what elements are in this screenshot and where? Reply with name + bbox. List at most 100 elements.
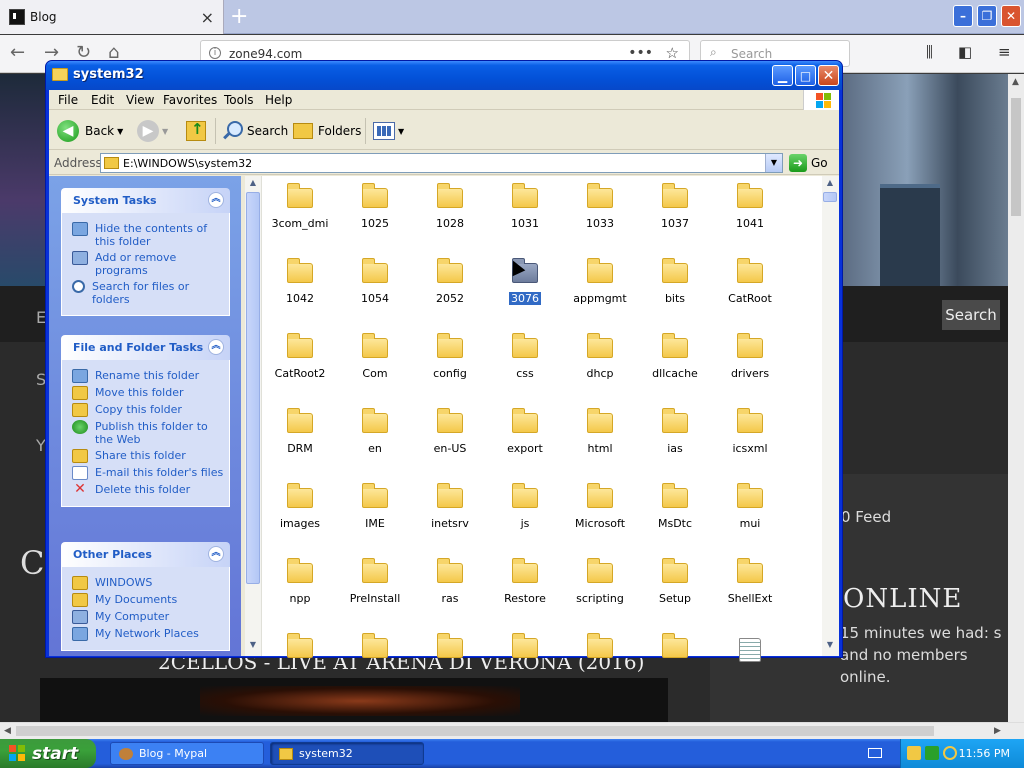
folder-item[interactable]: PreInstall	[339, 558, 411, 605]
folder-item[interactable]: 1054	[339, 258, 411, 305]
page-horizontal-scrollbar[interactable]: ◀ ▶	[0, 722, 1024, 739]
folder-item[interactable]: IME	[339, 483, 411, 530]
folder-item[interactable]	[639, 633, 711, 658]
site-search-button[interactable]: Search	[942, 300, 1000, 330]
scroll-up-icon[interactable]: ▲	[824, 178, 836, 190]
folder-item[interactable]: 1042	[264, 258, 336, 305]
site-info-icon[interactable]: i	[209, 47, 221, 59]
menu-favorites[interactable]: Favorites	[163, 93, 217, 107]
task-move-folder[interactable]: Move this folder	[72, 386, 229, 400]
close-button[interactable]: ✕	[818, 65, 839, 86]
page-actions-icon[interactable]: •••	[628, 45, 653, 61]
minimize-button[interactable]: ▁	[772, 65, 793, 86]
folder-item[interactable]: ShellExt	[714, 558, 786, 605]
folder-item[interactable]: Microsoft	[564, 483, 636, 530]
views-button[interactable]: ▼	[373, 118, 404, 144]
folder-item[interactable]: config	[414, 333, 486, 380]
browser-minimize-button[interactable]: –	[953, 5, 973, 27]
task-delete-folder[interactable]: ✕ Delete this folder	[72, 482, 229, 497]
folder-item[interactable]: 1028	[414, 183, 486, 230]
other-places-header[interactable]: Other Places ︽	[61, 542, 230, 567]
address-input[interactable]: E:\WINDOWS\system32 ▼	[100, 153, 783, 173]
folder-item[interactable]: 1031	[489, 183, 561, 230]
back-button[interactable]: ◀ Back ▼	[57, 118, 123, 144]
folder-item[interactable]: 1041	[714, 183, 786, 230]
folder-item[interactable]: 1025	[339, 183, 411, 230]
browser-tab-blog[interactable]: Blog ×	[0, 0, 224, 34]
menu-view[interactable]: View	[126, 93, 154, 107]
scroll-right-icon[interactable]: ▶	[994, 726, 1001, 736]
folder-item[interactable]: inetsrv	[414, 483, 486, 530]
folder-item[interactable]: CatRoot2	[264, 333, 336, 380]
up-button[interactable]	[186, 118, 206, 144]
folders-button[interactable]: Folders	[293, 118, 361, 144]
sidebar-icon[interactable]: ◧	[958, 43, 972, 61]
folder-item[interactable]: scripting	[564, 558, 636, 605]
folder-item[interactable]	[414, 633, 486, 658]
folder-item[interactable]: images	[264, 483, 336, 530]
folder-item[interactable]: html	[564, 408, 636, 455]
menu-help[interactable]: Help	[265, 93, 292, 107]
folder-item[interactable]	[489, 633, 561, 658]
folder-item[interactable]: dhcp	[564, 333, 636, 380]
start-button[interactable]: start	[0, 739, 96, 768]
browser-maximize-button[interactable]: ❐	[977, 5, 997, 27]
taskbar-button-browser[interactable]: Blog - Mypal	[110, 742, 264, 765]
task-email-files[interactable]: E-mail this folder's files	[72, 466, 229, 480]
maximize-button[interactable]: □	[795, 65, 816, 86]
folder-item[interactable]: bits	[639, 258, 711, 305]
browser-back-icon[interactable]: ←	[10, 42, 25, 63]
folder-item[interactable]: ras	[414, 558, 486, 605]
folder-item[interactable]: MsDtc	[639, 483, 711, 530]
scroll-down-icon[interactable]: ▼	[247, 640, 259, 652]
forward-button[interactable]: ▶ ▼	[137, 118, 168, 144]
forward-dropdown-icon[interactable]: ▼	[162, 127, 168, 136]
menu-edit[interactable]: Edit	[91, 93, 114, 107]
folder-item[interactable]	[339, 633, 411, 658]
menu-file[interactable]: File	[58, 93, 78, 107]
folder-item[interactable]: en	[339, 408, 411, 455]
folder-item[interactable]: js	[489, 483, 561, 530]
library-icon[interactable]: ⫼	[926, 43, 933, 61]
folder-item[interactable]: ias	[639, 408, 711, 455]
folder-item[interactable]: drivers	[714, 333, 786, 380]
folder-item[interactable]: dllcache	[639, 333, 711, 380]
taskpane-scrollbar[interactable]: ▲ ▼	[245, 176, 262, 656]
scroll-up-icon[interactable]: ▲	[1012, 77, 1019, 87]
video-thumbnail[interactable]	[40, 678, 668, 722]
folder-item[interactable]	[564, 633, 636, 658]
scroll-thumb[interactable]	[246, 192, 260, 584]
explorer-titlebar[interactable]: system32 ▁ □ ✕	[46, 61, 842, 90]
back-dropdown-icon[interactable]: ▼	[117, 127, 123, 136]
search-button[interactable]: Search	[221, 118, 288, 144]
scroll-thumb[interactable]	[1011, 98, 1021, 216]
collapse-chevron-icon[interactable]: ︽	[208, 546, 224, 562]
task-copy-folder[interactable]: Copy this folder	[72, 403, 229, 417]
security-shield-icon[interactable]	[907, 746, 921, 760]
place-windows[interactable]: WINDOWS	[72, 576, 229, 590]
browser-close-button[interactable]: ✕	[1001, 5, 1021, 27]
folder-item[interactable]: 1037	[639, 183, 711, 230]
place-my-network[interactable]: My Network Places	[72, 627, 229, 641]
folder-item[interactable]: Restore	[489, 558, 561, 605]
place-my-computer[interactable]: My Computer	[72, 610, 229, 624]
folder-item[interactable]: css	[489, 333, 561, 380]
folder-item[interactable]: icsxml	[714, 408, 786, 455]
folder-item[interactable]: mui	[714, 483, 786, 530]
folder-item[interactable]	[714, 638, 786, 662]
task-rename-folder[interactable]: Rename this folder	[72, 369, 229, 383]
taskbar-button-system32[interactable]: system32	[270, 742, 424, 765]
network-icon[interactable]	[925, 746, 939, 760]
task-hide-contents[interactable]: Hide the contents of this folder	[72, 222, 229, 248]
task-publish-web[interactable]: Publish this folder to the Web	[72, 420, 229, 446]
feed-link[interactable]: 0 Feed	[841, 508, 891, 526]
collapse-chevron-icon[interactable]: ︽	[208, 339, 224, 355]
scroll-up-icon[interactable]: ▲	[247, 178, 259, 190]
scroll-left-icon[interactable]: ◀	[4, 726, 11, 736]
search-tray-icon[interactable]	[943, 746, 957, 760]
keyboard-icon[interactable]	[868, 748, 882, 758]
folder-item[interactable]: export	[489, 408, 561, 455]
folder-item[interactable]: 2052	[414, 258, 486, 305]
menu-icon[interactable]: ≡	[998, 43, 1011, 61]
folder-item[interactable]: CatRoot	[714, 258, 786, 305]
